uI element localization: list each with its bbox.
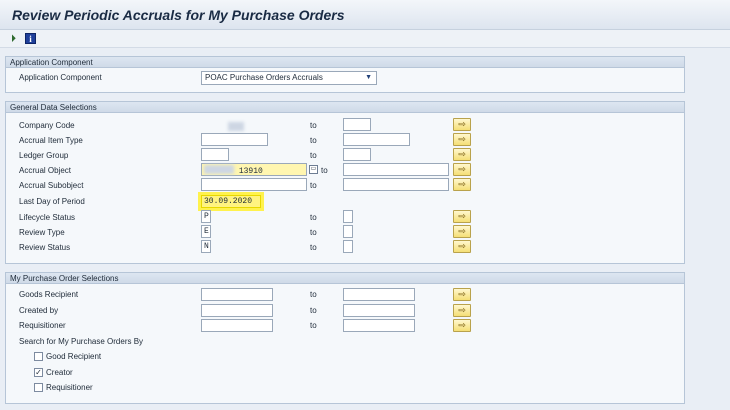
multiple-selection-button[interactable]: ⇨ bbox=[453, 163, 471, 176]
purchase-order-selections-group: My Purchase Order Selections Goods Recip… bbox=[5, 272, 685, 404]
requisitioner-high-input[interactable] bbox=[343, 319, 415, 332]
accrual-object-low-value: 13910 bbox=[238, 167, 263, 176]
lifecycle-status-low-input[interactable]: P bbox=[201, 210, 211, 223]
review-status-low-input[interactable]: N bbox=[201, 240, 211, 253]
ledger-group-label: Ledger Group bbox=[19, 151, 69, 160]
accrual-subobject-low-input[interactable] bbox=[201, 178, 307, 191]
last-day-of-period-label: Last Day of Period bbox=[19, 197, 85, 206]
accrual-subobject-high-input[interactable] bbox=[343, 178, 449, 191]
group-header: My Purchase Order Selections bbox=[6, 273, 684, 284]
accrual-item-type-label: Accrual Item Type bbox=[19, 136, 83, 145]
to-label: to bbox=[310, 290, 317, 299]
multiple-selection-button[interactable]: ⇨ bbox=[453, 288, 471, 301]
multiple-selection-button[interactable]: ⇨ bbox=[453, 210, 471, 223]
ledger-group-high-input[interactable] bbox=[343, 148, 371, 161]
application-component-label: Application Component bbox=[19, 73, 102, 82]
accrual-object-label: Accrual Object bbox=[19, 166, 72, 175]
redacted-value bbox=[228, 122, 244, 131]
multiple-selection-button[interactable]: ⇨ bbox=[453, 148, 471, 161]
execute-icon[interactable]: ⏵ bbox=[8, 33, 19, 44]
created-by-high-input[interactable] bbox=[343, 304, 415, 317]
last-day-of-period-input[interactable]: 30.09.2020 bbox=[201, 195, 261, 208]
page-title: Review Periodic Accruals for My Purchase… bbox=[12, 7, 345, 23]
review-type-low-input[interactable]: E bbox=[201, 225, 211, 238]
to-label: to bbox=[310, 136, 317, 145]
to-label: to bbox=[310, 228, 317, 237]
multiple-selection-button[interactable]: ⇨ bbox=[453, 319, 471, 332]
general-data-group: General Data Selections Company Code to … bbox=[5, 101, 685, 264]
multiple-selection-button[interactable]: ⇨ bbox=[453, 133, 471, 146]
multiple-selection-button[interactable]: ⇨ bbox=[453, 240, 471, 253]
redacted-value bbox=[204, 165, 234, 174]
accrual-object-high-input[interactable] bbox=[343, 163, 449, 176]
to-label: to bbox=[310, 306, 317, 315]
creator-checkbox-label: Creator bbox=[46, 368, 73, 377]
accrual-object-low-input[interactable]: 13910 bbox=[201, 163, 307, 176]
creator-checkbox[interactable]: ✓ bbox=[34, 368, 43, 377]
requisitioner-low-input[interactable] bbox=[201, 319, 273, 332]
application-component-select[interactable]: POAC Purchase Orders Accruals ▼ bbox=[201, 71, 377, 85]
to-label: to bbox=[310, 213, 317, 222]
accrual-item-type-low-input[interactable] bbox=[201, 133, 268, 146]
review-status-label: Review Status bbox=[19, 243, 71, 252]
chevron-down-icon[interactable]: ▼ bbox=[365, 72, 372, 84]
multiple-selection-button[interactable]: ⇨ bbox=[453, 118, 471, 131]
application-component-value: POAC Purchase Orders Accruals bbox=[205, 73, 323, 82]
to-label: to bbox=[321, 166, 328, 175]
to-label: to bbox=[310, 181, 317, 190]
application-component-group: Application Component Application Compon… bbox=[5, 56, 685, 93]
requisitioner-checkbox-label: Requisitioner bbox=[46, 383, 93, 392]
goods-recipient-label: Goods Recipient bbox=[19, 290, 79, 299]
goods-recipient-low-input[interactable] bbox=[201, 288, 273, 301]
to-label: to bbox=[310, 121, 317, 130]
requisitioner-label: Requisitioner bbox=[19, 321, 66, 330]
created-by-low-input[interactable] bbox=[201, 304, 273, 317]
requisitioner-checkbox[interactable] bbox=[34, 383, 43, 392]
accrual-item-type-high-input[interactable] bbox=[343, 133, 410, 146]
title-bar: Review Periodic Accruals for My Purchase… bbox=[0, 0, 730, 30]
info-icon[interactable]: i bbox=[25, 33, 36, 44]
created-by-label: Created by bbox=[19, 306, 59, 315]
to-label: to bbox=[310, 321, 317, 330]
multiple-selection-button[interactable]: ⇨ bbox=[453, 304, 471, 317]
good-recipient-checkbox[interactable] bbox=[34, 352, 43, 361]
to-label: to bbox=[310, 243, 317, 252]
review-type-high-input[interactable] bbox=[343, 225, 353, 238]
lifecycle-status-label: Lifecycle Status bbox=[19, 213, 76, 222]
multiple-selection-button[interactable]: ⇨ bbox=[453, 225, 471, 238]
review-type-label: Review Type bbox=[19, 228, 65, 237]
good-recipient-checkbox-label: Good Recipient bbox=[46, 352, 102, 361]
company-code-high-input[interactable] bbox=[343, 118, 371, 131]
company-code-label: Company Code bbox=[19, 121, 75, 130]
group-header: Application Component bbox=[6, 57, 684, 68]
search-by-label: Search for My Purchase Orders By bbox=[19, 337, 144, 346]
application-toolbar: ⏵ i bbox=[0, 30, 730, 48]
match-code-icon[interactable]: ▭ bbox=[309, 165, 318, 174]
review-status-high-input[interactable] bbox=[343, 240, 353, 253]
multiple-selection-button[interactable]: ⇨ bbox=[453, 178, 471, 191]
to-label: to bbox=[310, 151, 317, 160]
goods-recipient-high-input[interactable] bbox=[343, 288, 415, 301]
lifecycle-status-high-input[interactable] bbox=[343, 210, 353, 223]
group-header: General Data Selections bbox=[6, 102, 684, 113]
accrual-subobject-label: Accrual Subobject bbox=[19, 181, 84, 190]
ledger-group-low-input[interactable] bbox=[201, 148, 229, 161]
